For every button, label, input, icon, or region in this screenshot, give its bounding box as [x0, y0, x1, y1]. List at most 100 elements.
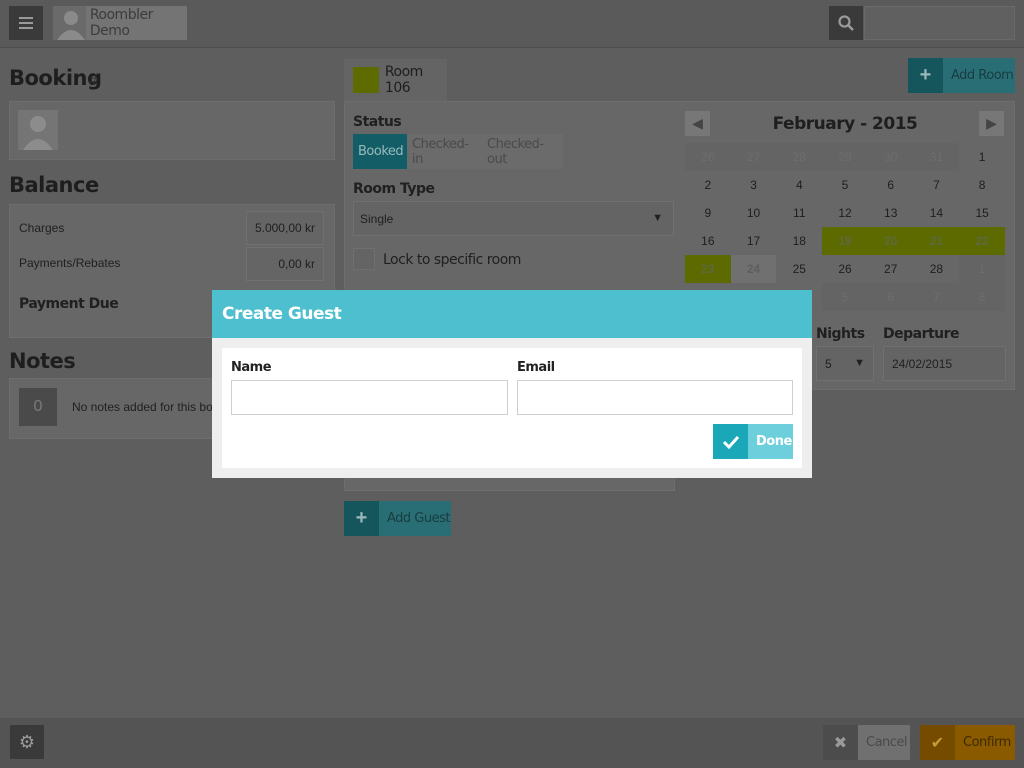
- nights-value: 5: [825, 356, 832, 371]
- name-label: Name: [231, 360, 272, 375]
- departure-value: 24/02/2015: [892, 356, 953, 371]
- booking-title: Booking: [9, 66, 102, 90]
- name-field[interactable]: [231, 380, 508, 415]
- charges-value: 5.000,00 kr: [246, 211, 324, 245]
- status-booked[interactable]: Booked: [353, 134, 407, 169]
- notes-empty-text: No notes added for this bo: [72, 400, 213, 414]
- calendar-day[interactable]: 5: [822, 283, 868, 311]
- close-icon: ✖: [823, 725, 858, 760]
- calendar-day[interactable]: 29: [822, 143, 868, 171]
- calendar-day[interactable]: 15: [959, 199, 1005, 227]
- calendar-title: February - 2015: [772, 114, 918, 134]
- search-input[interactable]: [864, 6, 1015, 40]
- dialog-title: Create Guest: [212, 290, 812, 338]
- calendar-day[interactable]: 5: [822, 171, 868, 199]
- search-icon: [838, 15, 854, 31]
- calendar-grid: 26 27 28 29 30 31 1 2 3 4 5 6 7 8 9 10 11 12 13 14 15 16 17 18 1…: [685, 143, 1005, 311]
- chevron-right-icon: ▶: [986, 115, 997, 131]
- done-button[interactable]: Done: [713, 424, 793, 459]
- calendar-day[interactable]: 21: [913, 227, 960, 255]
- calendar-day[interactable]: 22: [959, 227, 1005, 255]
- check-icon: ✔: [920, 725, 955, 760]
- calendar-day[interactable]: 2: [685, 171, 731, 199]
- calendar-day[interactable]: 12: [822, 199, 868, 227]
- status-checked-in[interactable]: Checked-in: [407, 134, 482, 169]
- calendar-next-button[interactable]: ▶: [979, 111, 1004, 136]
- menu-button[interactable]: [9, 6, 43, 40]
- calendar-day[interactable]: 16: [685, 227, 731, 255]
- calendar-day[interactable]: 26: [685, 143, 731, 171]
- hamburger-icon: [19, 17, 33, 19]
- booking-hash: #: [89, 72, 98, 89]
- email-field[interactable]: [517, 380, 793, 415]
- payment-due-label: Payment Due: [19, 296, 119, 312]
- calendar-day[interactable]: 1: [959, 255, 1005, 283]
- calendar-day[interactable]: 25: [776, 255, 822, 283]
- cancel-button[interactable]: ✖ Cancel: [823, 725, 910, 760]
- calendar-day[interactable]: 27: [730, 143, 777, 171]
- charges-label: Charges: [19, 221, 65, 235]
- calendar-day[interactable]: 7: [913, 283, 960, 311]
- calendar-day[interactable]: 23: [685, 255, 731, 283]
- confirm-button[interactable]: ✔ Confirm: [920, 725, 1015, 760]
- balance-title: Balance: [9, 173, 99, 197]
- calendar-day[interactable]: 26: [822, 255, 868, 283]
- calendar-day[interactable]: 30: [867, 143, 914, 171]
- calendar-day[interactable]: 6: [868, 171, 914, 199]
- notes-title: Notes: [9, 349, 76, 373]
- tab-room-106[interactable]: Room 106: [344, 59, 447, 101]
- chevron-left-icon: ◀: [692, 115, 703, 131]
- calendar-day[interactable]: 14: [914, 199, 960, 227]
- departure-field[interactable]: 24/02/2015: [883, 346, 1006, 381]
- calendar-day[interactable]: 31: [913, 143, 960, 171]
- room-type-value: Single: [360, 211, 394, 226]
- departure-label: Departure: [883, 326, 960, 342]
- user-name: Roombler Demo: [89, 7, 154, 39]
- calendar-day[interactable]: 24: [730, 255, 777, 283]
- avatar-icon: [53, 6, 86, 40]
- lock-room-label: Lock to specific room: [383, 252, 521, 268]
- calendar-day[interactable]: 11: [776, 199, 822, 227]
- add-guest-button[interactable]: + Add Guest: [344, 501, 451, 536]
- status-label: Status: [353, 114, 402, 130]
- check-icon: [713, 424, 748, 459]
- calendar-day[interactable]: 28: [776, 143, 823, 171]
- calendar-day[interactable]: 13: [868, 199, 914, 227]
- calendar-day[interactable]: 20: [867, 227, 914, 255]
- calendar-day[interactable]: 17: [731, 227, 777, 255]
- calendar-day[interactable]: 1: [959, 143, 1005, 171]
- calendar-day[interactable]: 7: [914, 171, 960, 199]
- payments-label: Payments/Rebates: [19, 256, 121, 270]
- dropdown-arrow-icon: ▼: [652, 212, 663, 224]
- calendar-day[interactable]: 6: [867, 283, 914, 311]
- status-segmented-control: Booked Checked-in Checked-out: [353, 134, 563, 169]
- calendar-day[interactable]: 3: [731, 171, 777, 199]
- search-button[interactable]: [829, 6, 863, 40]
- status-checked-out[interactable]: Checked-out: [482, 134, 563, 169]
- add-guest-label: Add Guest: [387, 511, 450, 526]
- room-type-select[interactable]: Single ▼: [353, 201, 674, 236]
- calendar-day[interactable]: 27: [868, 255, 914, 283]
- calendar-day[interactable]: 9: [685, 199, 731, 227]
- nights-select[interactable]: 5 ▼: [816, 346, 874, 381]
- calendar-day[interactable]: 10: [731, 199, 777, 227]
- user-menu[interactable]: Roombler Demo: [53, 6, 187, 40]
- add-room-button[interactable]: + Add Room: [908, 58, 1015, 93]
- calendar-day[interactable]: 4: [776, 171, 822, 199]
- calendar-day[interactable]: 18: [776, 227, 822, 255]
- lock-room-checkbox[interactable]: [353, 248, 375, 270]
- calendar-day[interactable]: 19: [822, 227, 868, 255]
- calendar-day[interactable]: 8: [959, 171, 1005, 199]
- bed-icon: [353, 67, 379, 93]
- dropdown-arrow-icon: ▼: [854, 357, 865, 369]
- hamburger-icon-line: [19, 22, 33, 24]
- calendar-day[interactable]: 8: [959, 283, 1005, 311]
- add-room-label: Add Room: [951, 68, 1014, 83]
- calendar-day[interactable]: 28: [914, 255, 960, 283]
- confirm-label: Confirm: [963, 735, 1011, 750]
- notes-count-badge: 0: [19, 388, 57, 426]
- settings-button[interactable]: ⚙: [10, 725, 44, 759]
- nights-label: Nights: [816, 326, 865, 342]
- calendar-prev-button[interactable]: ◀: [685, 111, 710, 136]
- guest-avatar-icon: [18, 110, 58, 150]
